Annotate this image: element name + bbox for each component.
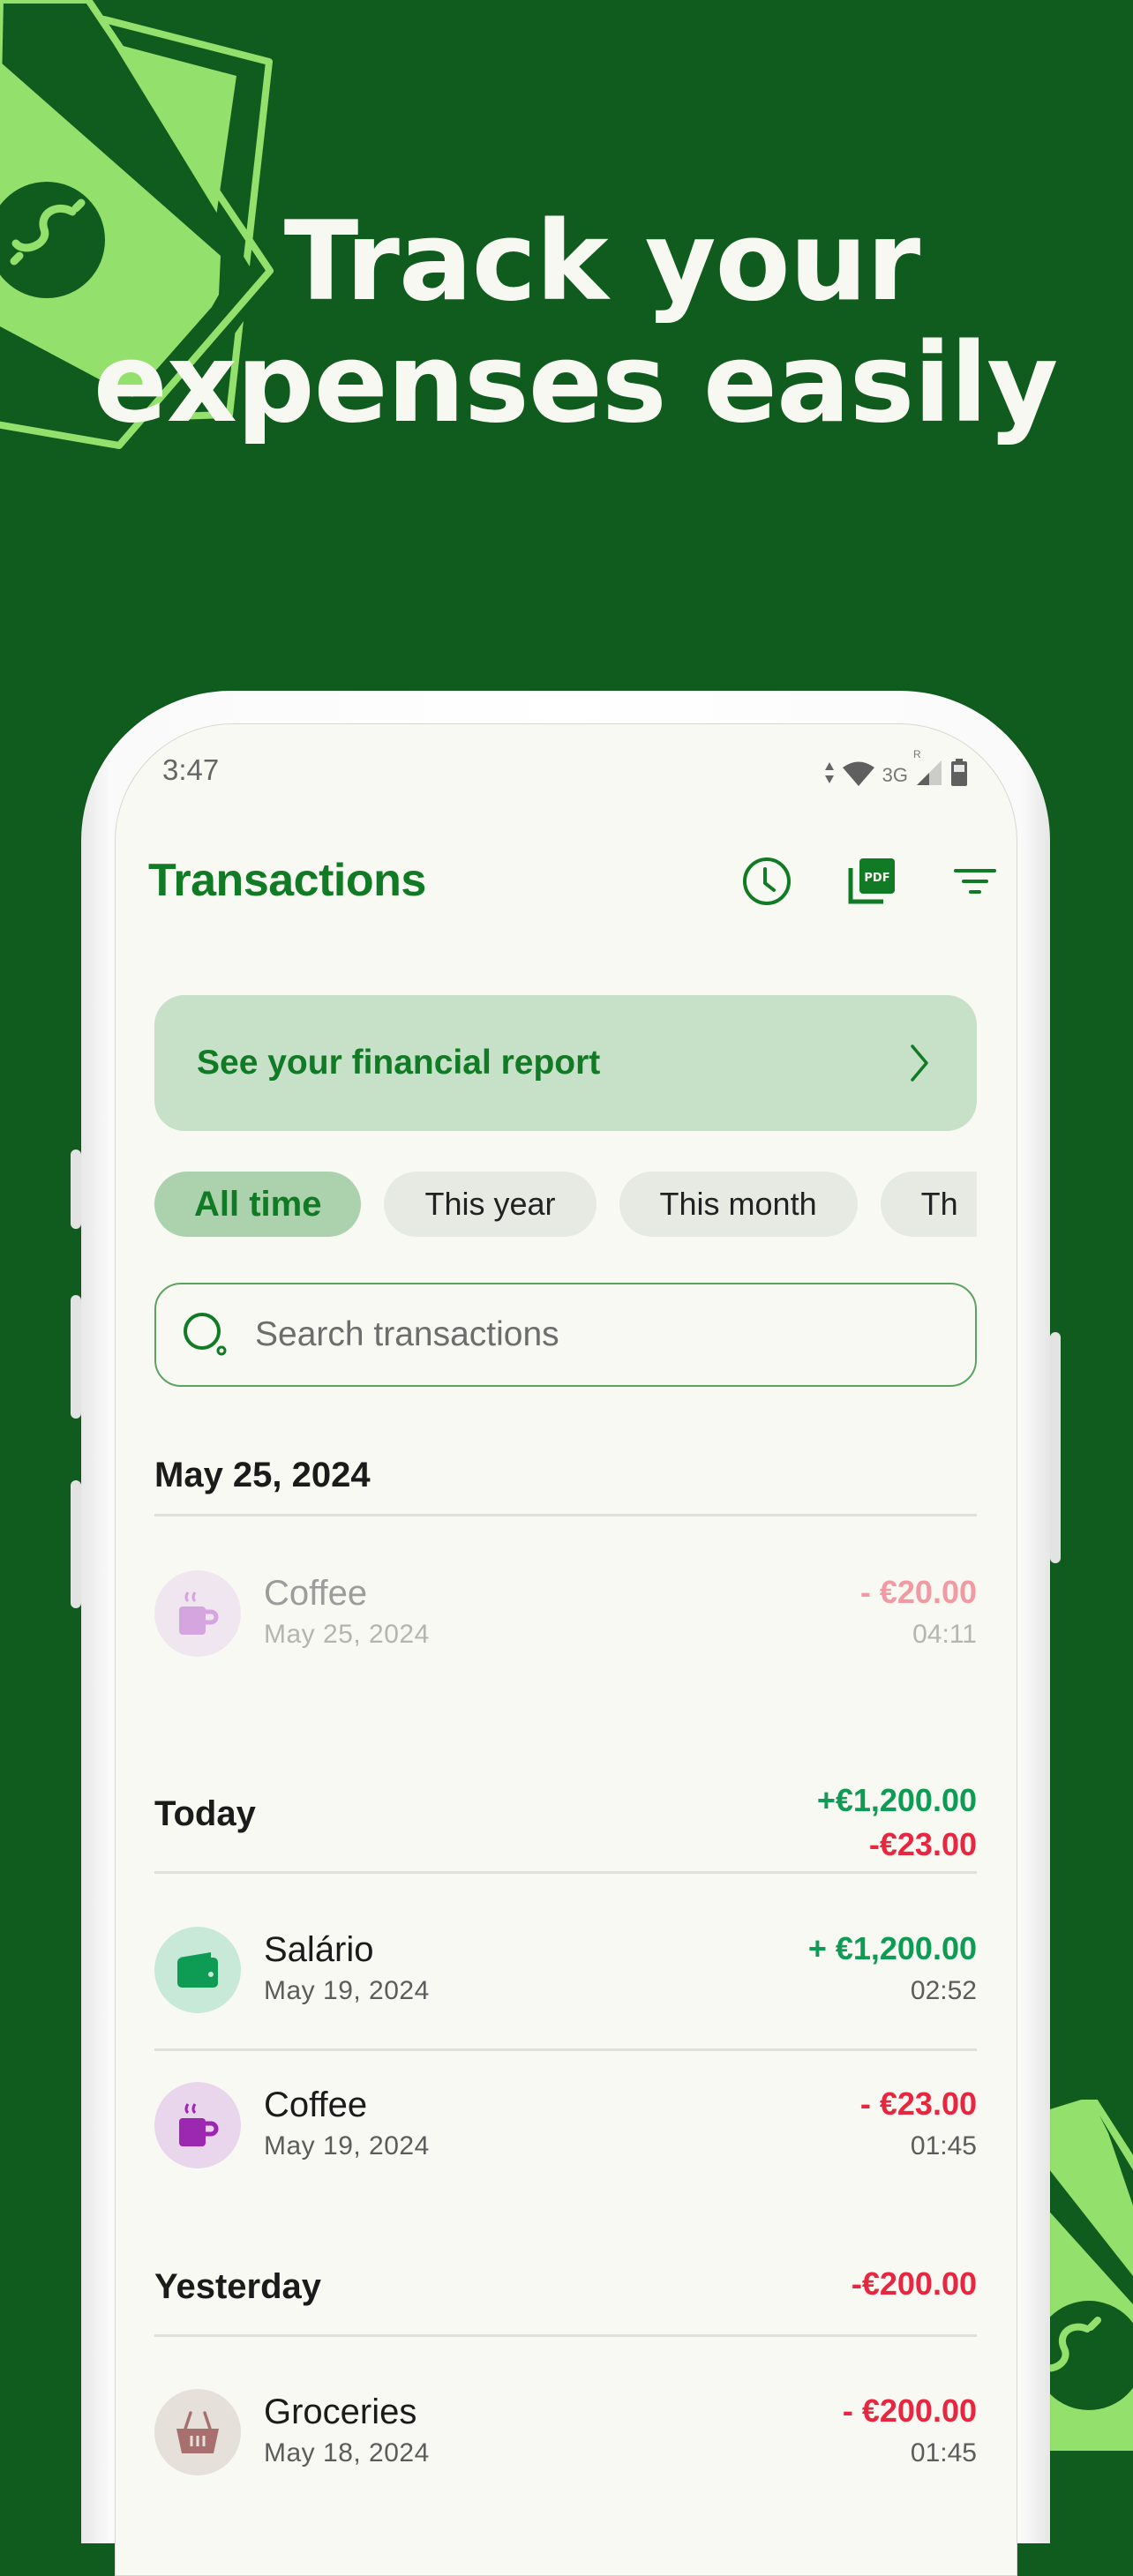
category-avatar: [154, 2082, 241, 2168]
wallet-icon: [177, 1952, 218, 1988]
transaction-date: May 25, 2024: [264, 1620, 430, 1649]
data-activity-icon: [824, 761, 835, 789]
cell-signal-icon: R: [913, 748, 943, 791]
chip-this-month[interactable]: This month: [619, 1172, 858, 1237]
headline-line-1: Track your: [283, 198, 920, 326]
network-type-label: 3G: [882, 763, 908, 786]
financial-report-card[interactable]: See your financial report: [154, 995, 977, 1131]
transaction-row[interactable]: Coffee May 25, 2024 - €20.00 04:11: [154, 1570, 977, 1659]
divider: [154, 1514, 977, 1516]
period-filter-chips: All time This year This month Th: [154, 1172, 977, 1239]
group-title: May 25, 2024: [154, 1456, 371, 1494]
transaction-amount: + €1,200.00: [807, 1930, 977, 1966]
transaction-name: Coffee: [264, 1574, 368, 1613]
group-expense-total: -€23.00: [868, 1826, 977, 1862]
category-avatar: [154, 1927, 241, 2013]
roaming-label: R: [913, 748, 921, 760]
filter-icon: [954, 869, 996, 894]
group-totals: -€200.00: [852, 2262, 977, 2307]
transaction-name: Groceries: [264, 2393, 417, 2431]
pdf-icon: PDF: [848, 858, 895, 904]
search-icon: [184, 1313, 227, 1356]
phone-frame: 3:47 3G R Transactions PDF See your fina…: [71, 691, 1061, 2576]
transaction-date: May 18, 2024: [264, 2438, 430, 2467]
group-title: Today: [154, 1794, 256, 1833]
battery-icon: [950, 759, 968, 791]
app-screen: 3:47 3G R Transactions PDF See your fina…: [115, 723, 1017, 2576]
category-avatar: [154, 1570, 241, 1657]
transaction-time: 01:45: [910, 2131, 977, 2160]
coffee-cup-icon: [179, 1591, 219, 1635]
group-header: May 25, 2024: [154, 1456, 977, 1495]
promo-headline: Track your expenses easily: [0, 201, 1133, 445]
group-title: Yesterday: [154, 2267, 322, 2306]
phone-side-button: [71, 1149, 81, 1229]
transaction-row[interactable]: Groceries May 18, 2024 - €200.00 01:45: [154, 2389, 977, 2477]
search-field[interactable]: [154, 1283, 977, 1387]
chip-truncated[interactable]: Th: [880, 1172, 977, 1237]
shopping-basket-icon: [176, 2411, 219, 2453]
group-header: Today +€1,200.00 -€23.00: [154, 1778, 977, 1867]
coffee-cup-icon: [179, 2103, 219, 2146]
group-header: Yesterday -€200.00: [154, 2262, 977, 2307]
money-illustration-bottom-right: [1036, 2100, 1133, 2451]
chevron-right-icon: [911, 1045, 928, 1082]
chip-all-time[interactable]: All time: [154, 1172, 362, 1237]
transaction-amount: - €200.00: [842, 2393, 977, 2429]
transaction-time: 02:52: [910, 1976, 977, 2005]
search-input[interactable]: [253, 1314, 927, 1355]
transaction-amount: - €23.00: [859, 2086, 977, 2122]
group-income-total: +€1,200.00: [816, 1782, 977, 1818]
divider: [154, 2334, 977, 2337]
group-totals: +€1,200.00 -€23.00: [817, 1778, 977, 1867]
transaction-time: 01:45: [910, 2438, 977, 2467]
transaction-date: May 19, 2024: [264, 1976, 430, 2005]
wifi-icon: [842, 760, 875, 790]
transaction-date: May 19, 2024: [264, 2131, 430, 2160]
transaction-amount: - €20.00: [859, 1574, 977, 1610]
export-pdf-button[interactable]: PDF: [841, 850, 903, 912]
clock-icon: [743, 857, 791, 905]
financial-report-label: See your financial report: [197, 1044, 601, 1082]
history-button[interactable]: [736, 850, 798, 912]
status-time: 3:47: [162, 753, 220, 786]
svg-text:PDF: PDF: [864, 872, 889, 885]
transaction-time: 04:11: [912, 1620, 977, 1649]
category-avatar: [154, 2389, 241, 2475]
status-icons: 3G R: [824, 748, 968, 791]
phone-volume-down-button: [71, 1480, 81, 1608]
headline-line-2: expenses easily: [93, 320, 1059, 447]
transaction-row[interactable]: Coffee May 19, 2024 - €23.00 01:45: [154, 2082, 977, 2170]
filter-button[interactable]: [944, 850, 1006, 912]
divider: [154, 2048, 977, 2051]
chip-this-year[interactable]: This year: [384, 1172, 597, 1237]
transaction-name: Coffee: [264, 2086, 368, 2124]
group-expense-total: -€200.00: [851, 2265, 977, 2302]
transaction-row[interactable]: Salário May 19, 2024 + €1,200.00 02:52: [154, 1927, 977, 2015]
divider: [154, 1871, 977, 1874]
phone-volume-up-button: [71, 1295, 81, 1419]
transaction-name: Salário: [264, 1930, 374, 1969]
page-title: Transactions: [148, 855, 426, 906]
phone-power-button: [1050, 1332, 1061, 1563]
